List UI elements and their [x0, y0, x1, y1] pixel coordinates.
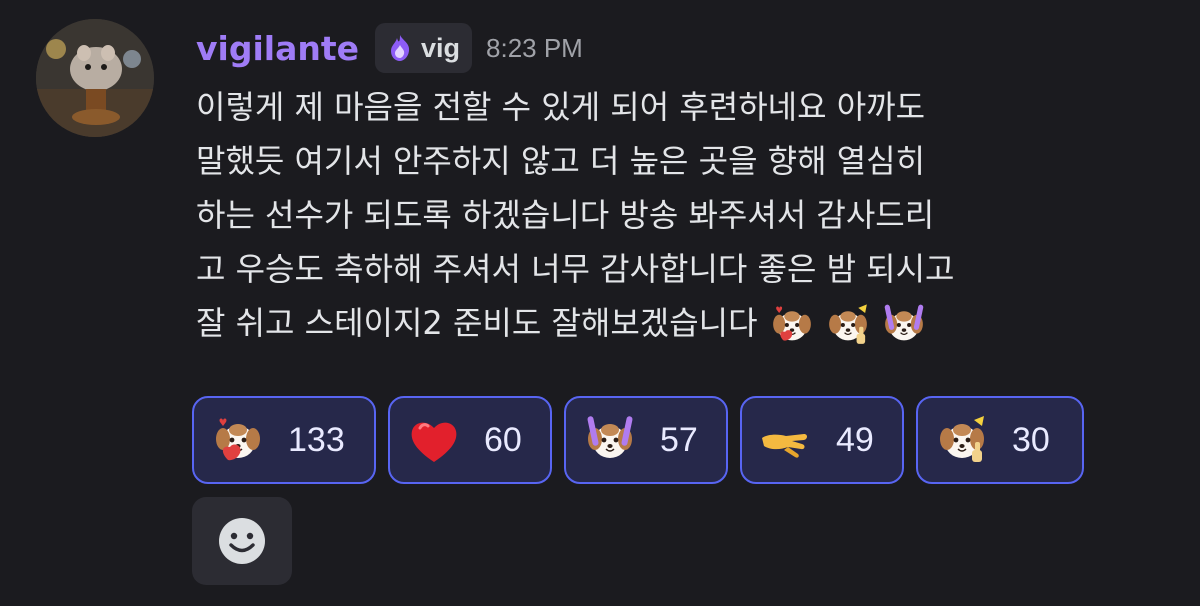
tag-text: vig [421, 32, 461, 63]
message-line: 고 우승도 축하해 주셔서 너무 감사합니다 좋은 밤 되시고 [196, 250, 955, 288]
puppy-heart-emoji[interactable] [768, 301, 816, 349]
pinching-hand-emoji [758, 412, 814, 468]
message-body: 이렇게 제 마음을 전할 수 있게 되어 후련하네요 아까도 말했듯 여기서 안… [196, 80, 1186, 350]
puppy-lightsticks-emoji[interactable] [880, 301, 928, 349]
reaction-pinching-hand[interactable]: 49 [740, 396, 904, 484]
inline-emoji-group [768, 301, 928, 349]
reaction-puppy-heart[interactable]: 133 [192, 396, 376, 484]
red-heart-emoji [406, 412, 462, 468]
message-line-last: 잘 쉬고 스테이지2 준비도 잘해보겠습니다 [196, 296, 1186, 350]
reaction-bar: 133 60 57 49 30 [192, 396, 1084, 484]
message-line: 말했듯 여기서 안주하지 않고 더 높은 곳을 향해 열심히 [196, 142, 926, 180]
chat-message: vigilante vig 8:23 PM 이렇게 제 마음을 전할 수 있게 … [0, 0, 1200, 606]
puppy-thumbsup-emoji [934, 412, 990, 468]
message-line-text: 잘 쉬고 스테이지2 준비도 잘해보겠습니다 [196, 304, 758, 342]
reaction-count: 133 [288, 420, 345, 459]
puppy-heart-emoji [210, 412, 266, 468]
puppy-lightsticks-emoji [582, 412, 638, 468]
purple-flame-icon [385, 33, 415, 63]
reaction-count: 57 [660, 420, 698, 459]
reaction-red-heart[interactable]: 60 [388, 396, 552, 484]
username[interactable]: vigilante [196, 29, 359, 68]
puppy-thumbsup-emoji[interactable] [824, 301, 872, 349]
message-line: 하는 선수가 되도록 하겠습니다 방송 봐주셔서 감사드리 [196, 196, 935, 234]
reaction-count: 30 [1012, 420, 1050, 459]
smiley-face-icon [217, 516, 267, 566]
message-line: 이렇게 제 마음을 전할 수 있게 되어 후련하네요 아까도 [196, 88, 926, 126]
reaction-count: 60 [484, 420, 522, 459]
reaction-puppy-thumbsup[interactable]: 30 [916, 396, 1084, 484]
message-header: vigilante vig 8:23 PM [196, 22, 583, 74]
reaction-count: 49 [836, 420, 874, 459]
reaction-puppy-lightsticks[interactable]: 57 [564, 396, 728, 484]
timestamp[interactable]: 8:23 PM [486, 33, 583, 64]
user-avatar[interactable] [36, 19, 154, 137]
add-reaction-button[interactable] [192, 497, 292, 585]
server-tag[interactable]: vig [375, 23, 473, 73]
